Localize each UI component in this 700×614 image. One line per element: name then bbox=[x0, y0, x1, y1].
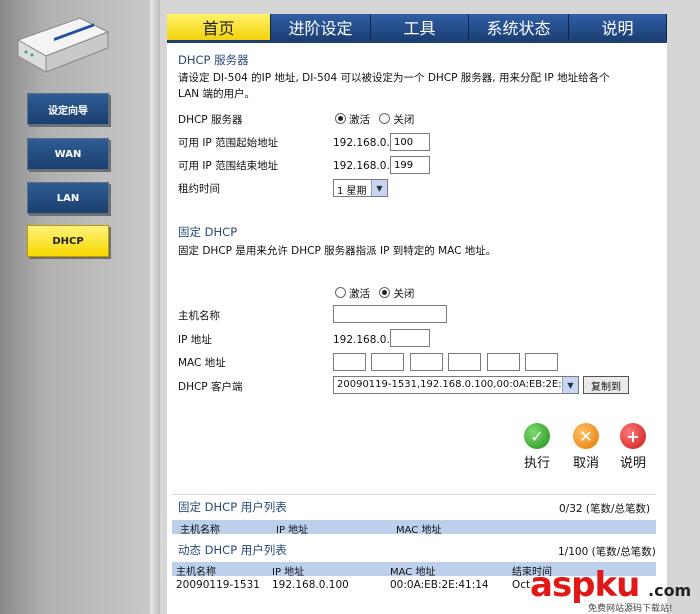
ip-start-prefix: 192.168.0. bbox=[333, 137, 390, 149]
radio-off-icon bbox=[335, 287, 346, 298]
router-device-image bbox=[16, 17, 110, 73]
cancel-x-icon: ✕ bbox=[573, 423, 599, 449]
static-dhcp-disable-radio[interactable]: 关闭 bbox=[379, 287, 415, 300]
cancel-label: 取消 bbox=[572, 456, 599, 471]
row-ip: 192.168.0.100 bbox=[272, 579, 349, 591]
ip-end-input[interactable] bbox=[390, 156, 430, 174]
tab-help-label: 说明 bbox=[601, 19, 634, 38]
radio-off-icon bbox=[379, 113, 391, 124]
tab-home[interactable]: 首页 bbox=[167, 14, 271, 40]
tab-underline bbox=[167, 40, 667, 43]
static-ip-input[interactable] bbox=[390, 329, 430, 347]
tab-status-label: 系统状态 bbox=[486, 19, 551, 38]
tab-home-label: 首页 bbox=[202, 19, 235, 38]
nav-wizard-button[interactable]: 设定向导 bbox=[27, 93, 109, 125]
static-list-header: 主机名称 IP 地址 MAC 地址 bbox=[172, 520, 656, 536]
dhcp-server-title: DHCP 服务器 bbox=[178, 53, 249, 67]
radio-on-icon bbox=[335, 113, 346, 124]
dhcp-client-label: DHCP 客户端 bbox=[178, 381, 243, 393]
static-list-title: 固定 DHCP 用户列表 bbox=[178, 500, 287, 514]
help-button[interactable]: + 说明 bbox=[613, 423, 653, 471]
static-ip-label: IP 地址 bbox=[178, 334, 212, 346]
nav-dhcp-label: DHCP bbox=[52, 235, 84, 247]
dynamic-list-title: 动态 DHCP 用户列表 bbox=[178, 543, 287, 557]
radio-on-icon bbox=[379, 287, 391, 298]
nav-dhcp-button[interactable]: DHCP bbox=[27, 225, 109, 257]
dhcp-server-desc-line2: LAN 端的用户。 bbox=[178, 88, 255, 100]
watermark-sub: 免费网站源码下载站! bbox=[588, 604, 673, 614]
static-dhcp-enable-radio[interactable]: 激活 bbox=[335, 287, 370, 300]
tab-tools[interactable]: 工具 bbox=[370, 14, 469, 40]
copy-to-button[interactable]: 复制到 bbox=[583, 376, 629, 394]
apply-label: 执行 bbox=[523, 456, 550, 471]
mac-octet-6-input[interactable] bbox=[525, 353, 558, 371]
mac-octet-4-input[interactable] bbox=[448, 353, 481, 371]
dynamic-list-count: 1/100 (笔数/总笔数) bbox=[558, 546, 656, 558]
host-name-label: 主机名称 bbox=[178, 310, 220, 322]
ip-start-label: 可用 IP 范围起始地址 bbox=[178, 137, 279, 149]
static-dhcp-desc: 固定 DHCP 是用来允许 DHCP 服务器指派 IP 到特定的 MAC 地址。 bbox=[178, 245, 497, 257]
row-expire: Oct bbox=[512, 579, 531, 591]
nav-lan-button[interactable]: LAN bbox=[27, 182, 109, 214]
cancel-button[interactable]: ✕ 取消 bbox=[566, 423, 606, 471]
static-col-host: 主机名称 bbox=[180, 525, 220, 536]
static-dhcp-radio-group: 激活 关闭 bbox=[335, 286, 414, 301]
tab-advanced-label: 进阶设定 bbox=[288, 19, 353, 38]
mac-octet-2-input[interactable] bbox=[371, 353, 404, 371]
copy-to-label: 复制到 bbox=[591, 381, 621, 393]
dhcp-server-label: DHCP 服务器 bbox=[178, 114, 243, 126]
ip-start-input[interactable] bbox=[390, 133, 430, 151]
mac-octet-5-input[interactable] bbox=[487, 353, 520, 371]
ip-end-prefix: 192.168.0. bbox=[333, 160, 390, 172]
host-name-input[interactable] bbox=[333, 305, 447, 323]
lease-time-select[interactable]: 1 星期 ▼ bbox=[333, 179, 388, 197]
row-mac: 00:0A:EB:2E:41:14 bbox=[390, 579, 489, 591]
dhcp-server-disable-radio[interactable]: 关闭 bbox=[379, 113, 415, 126]
dhcp-client-select[interactable]: 20090119-1531,192.168.0.100,00:0A:EB:2E:… bbox=[333, 376, 579, 394]
lease-time-label: 租约时间 bbox=[178, 183, 220, 195]
dynamic-col-host: 主机名称 bbox=[176, 567, 216, 578]
help-label: 说明 bbox=[619, 456, 646, 471]
static-ip-prefix: 192.168.0. bbox=[333, 334, 390, 346]
apply-button[interactable]: ✓ 执行 bbox=[517, 423, 557, 471]
dhcp-server-disable-label: 关闭 bbox=[393, 114, 415, 126]
dhcp-server-desc-line1: 请设定 DI-504 的IP 地址, DI-504 可以被设定为一个 DHCP … bbox=[178, 72, 610, 84]
lease-time-value: 1 星期 bbox=[337, 186, 367, 197]
nav-wan-label: WAN bbox=[54, 148, 82, 160]
static-col-mac: MAC 地址 bbox=[396, 525, 442, 536]
row-host: 20090119-1531 bbox=[176, 579, 260, 591]
top-tab-bar: 首页 进阶设定 工具 系统状态 说明 bbox=[167, 14, 667, 40]
sidebar-edge bbox=[150, 0, 160, 614]
static-dhcp-enable-label: 激活 bbox=[349, 288, 370, 300]
dhcp-client-value: 20090119-1531,192.168.0.100,00:0A:EB:2E:… bbox=[337, 379, 578, 390]
checkmark-icon: ✓ bbox=[524, 423, 550, 449]
ip-end-label: 可用 IP 范围结束地址 bbox=[178, 160, 279, 172]
tab-tools-label: 工具 bbox=[403, 19, 436, 38]
dynamic-col-mac: MAC 地址 bbox=[390, 567, 436, 578]
watermark-main: aspku bbox=[530, 565, 640, 605]
tab-help[interactable]: 说明 bbox=[568, 14, 667, 40]
dhcp-server-enable-radio[interactable]: 激活 bbox=[335, 113, 370, 126]
mac-octet-1-input[interactable] bbox=[333, 353, 366, 371]
static-col-ip: IP 地址 bbox=[276, 525, 309, 536]
section-divider bbox=[172, 494, 656, 495]
dhcp-server-enable-label: 激活 bbox=[349, 114, 370, 126]
nav-wizard-label: 设定向导 bbox=[48, 105, 88, 117]
aspku-watermark: aspku .com 免费网站源码下载站! bbox=[530, 565, 700, 614]
dhcp-server-radio-group: 激活 关闭 bbox=[335, 112, 414, 127]
nav-wan-button[interactable]: WAN bbox=[27, 138, 109, 170]
static-dhcp-disable-label: 关闭 bbox=[393, 288, 415, 300]
dynamic-col-ip: IP 地址 bbox=[272, 567, 305, 578]
mac-address-label: MAC 地址 bbox=[178, 357, 226, 369]
chevron-down-icon: ▼ bbox=[371, 180, 387, 196]
static-list-count: 0/32 (笔数/总笔数) bbox=[559, 503, 651, 515]
watermark-suffix: .com bbox=[648, 581, 692, 600]
help-plus-icon: + bbox=[620, 423, 646, 449]
chevron-down-icon: ▼ bbox=[562, 377, 578, 393]
static-dhcp-title: 固定 DHCP bbox=[178, 225, 238, 239]
mac-octet-3-input[interactable] bbox=[410, 353, 443, 371]
tab-status[interactable]: 系统状态 bbox=[468, 14, 569, 40]
nav-lan-label: LAN bbox=[56, 192, 80, 204]
tab-advanced[interactable]: 进阶设定 bbox=[270, 14, 371, 40]
